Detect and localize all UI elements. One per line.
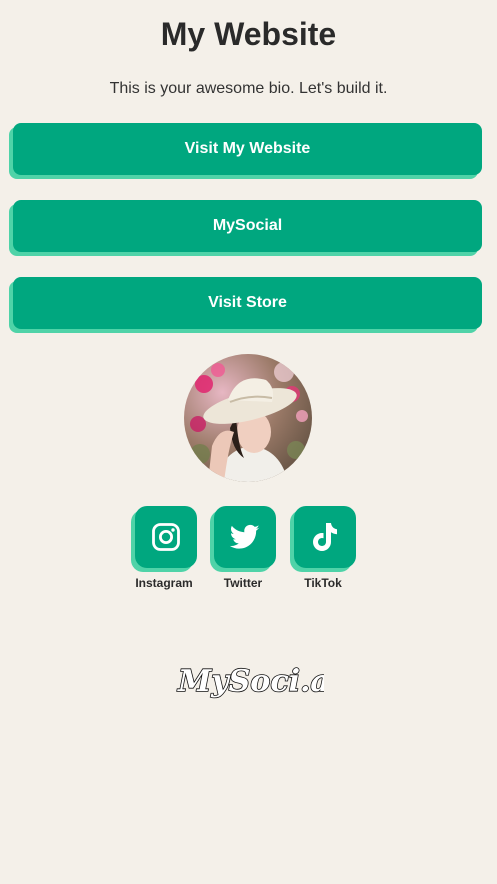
twitter-icon <box>229 524 260 549</box>
instagram-icon <box>152 523 180 551</box>
tiktok-tile[interactable] <box>294 506 356 568</box>
tiktok-link[interactable]: TikTok <box>290 506 356 590</box>
instagram-tile[interactable] <box>135 506 197 568</box>
twitter-tile[interactable] <box>214 506 276 568</box>
instagram-label: Instagram <box>135 576 193 590</box>
tiktok-label: TikTok <box>304 576 342 590</box>
visit-website-label: Visit My Website <box>184 140 311 157</box>
brand-logo-text: MySoci.al <box>177 664 324 699</box>
twitter-label: Twitter <box>223 576 263 590</box>
visit-website-button[interactable]: Visit My Website <box>13 123 482 175</box>
mysocial-label: MySocial <box>212 217 283 234</box>
brand-logo: MySoci.al <box>176 663 324 700</box>
visit-store-button[interactable]: Visit Store <box>13 277 482 329</box>
visit-store-label: Visit Store <box>208 294 287 311</box>
bio-text: This is your awesome bio. Let's build it… <box>109 80 388 97</box>
instagram-link[interactable]: Instagram <box>131 506 197 590</box>
avatar <box>184 354 312 482</box>
page-title: My Website <box>160 16 337 52</box>
tiktok-icon <box>313 523 337 551</box>
mysocial-button[interactable]: MySocial <box>13 200 482 252</box>
profile-photo <box>184 354 312 482</box>
twitter-link[interactable]: Twitter <box>210 506 276 590</box>
